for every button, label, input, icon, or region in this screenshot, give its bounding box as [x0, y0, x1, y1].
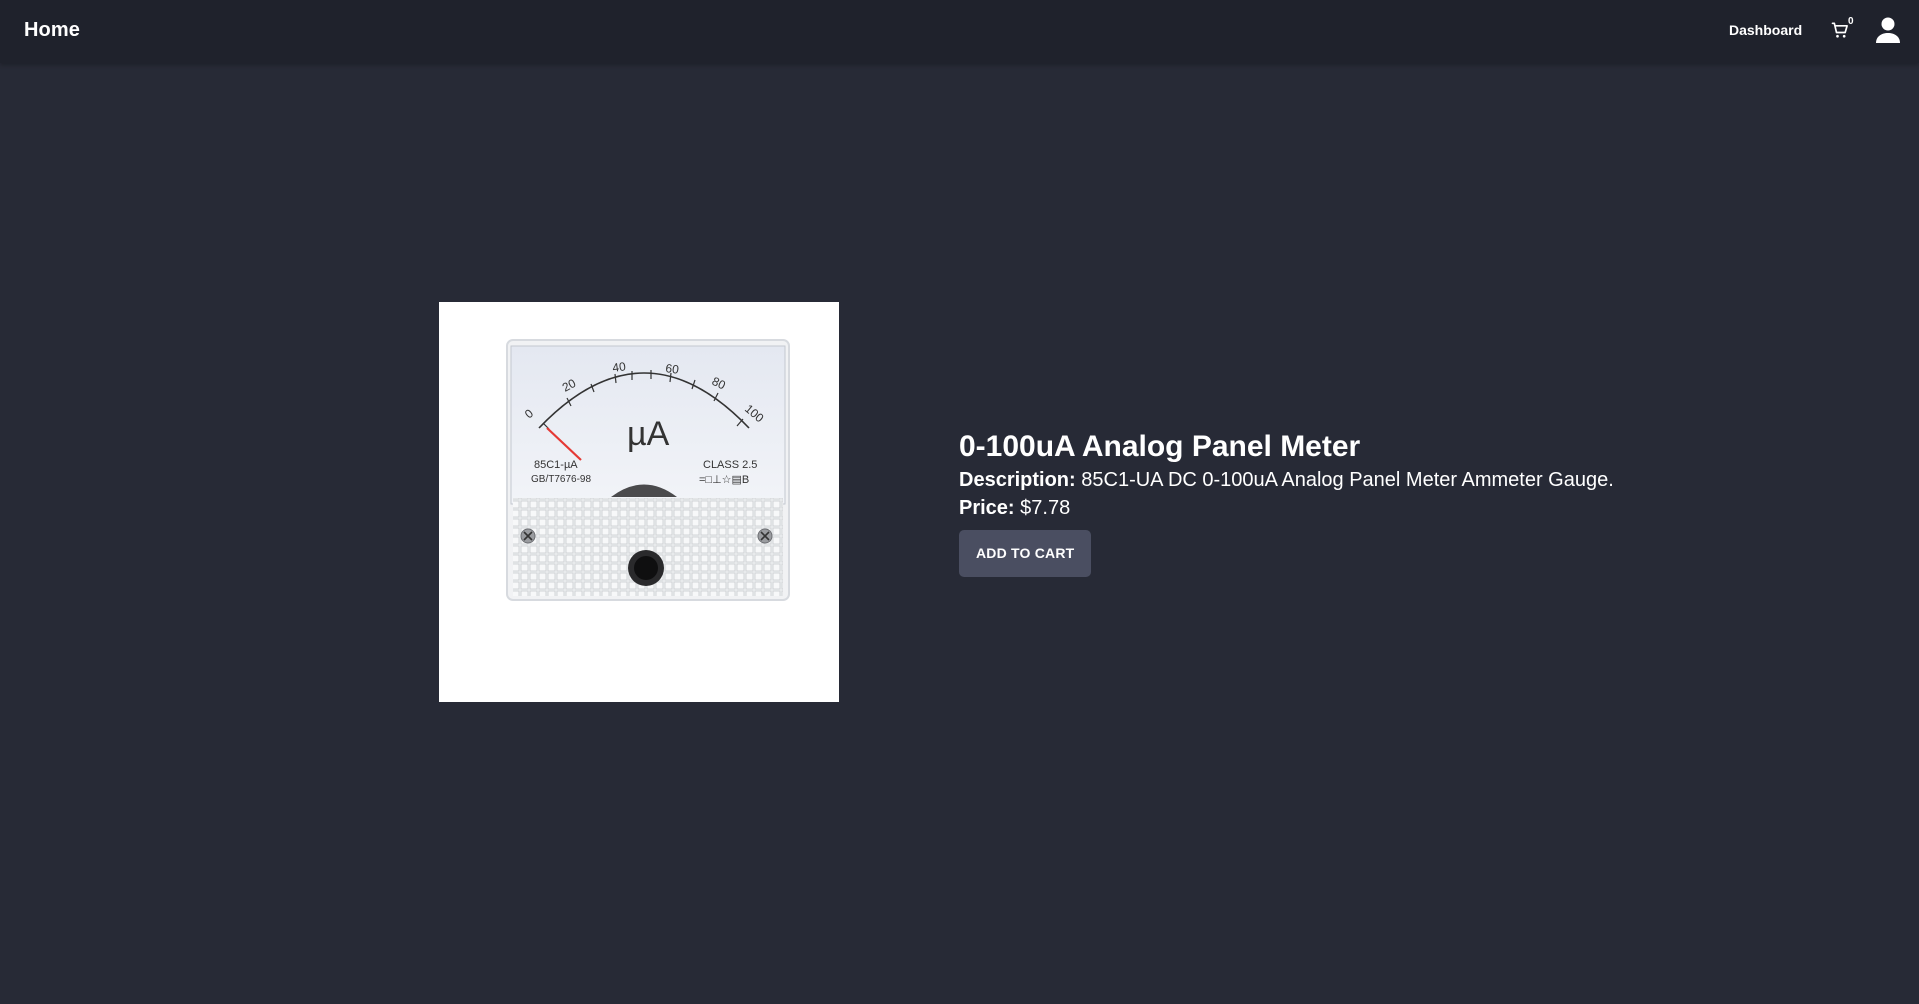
cart-button[interactable]: 0 [1826, 16, 1860, 48]
description-text: 85C1-UA DC 0-100uA Analog Panel Meter Am… [1081, 469, 1614, 491]
meter-class-text: CLASS 2.5 [703, 459, 757, 471]
product-price: Price: $7.78 [959, 494, 1659, 522]
scale-tick-label: 60 [665, 361, 680, 377]
meter-standard-text: GB/T7676-98 [531, 474, 591, 485]
user-account-button[interactable] [1872, 14, 1904, 46]
product-image: 0 20 40 60 80 100 µA 85C1-µA GB/T7676-98… [439, 302, 839, 702]
price-label: Price: [959, 497, 1015, 519]
add-to-cart-button[interactable]: ADD TO CART [959, 530, 1092, 577]
product-title: 0-100uA Analog Panel Meter [959, 430, 1361, 463]
product-details: 0-100uA Analog Panel Meter Description: … [959, 428, 1659, 577]
product-description: Description: 85C1-UA DC 0-100uA Analog P… [959, 466, 1659, 494]
panel-meter-illustration: 0 20 40 60 80 100 µA 85C1-µA GB/T7676-98… [506, 339, 790, 601]
price-value: $7.78 [1020, 497, 1071, 519]
user-account-icon [1876, 17, 1900, 43]
home-link[interactable]: Home [24, 19, 80, 42]
dashboard-link[interactable]: Dashboard [1729, 22, 1802, 38]
meter-unit-label: µA [627, 415, 670, 453]
cart-count-badge: 0 [1848, 16, 1854, 27]
shopping-cart-icon [1831, 22, 1848, 38]
meter-model-text: 85C1-µA [534, 459, 578, 471]
meter-symbols-text: =□⊥☆▤B [699, 474, 749, 486]
description-label: Description: [959, 469, 1076, 491]
top-app-bar: Home Dashboard 0 [0, 0, 1919, 63]
scale-tick-label: 40 [611, 359, 626, 375]
